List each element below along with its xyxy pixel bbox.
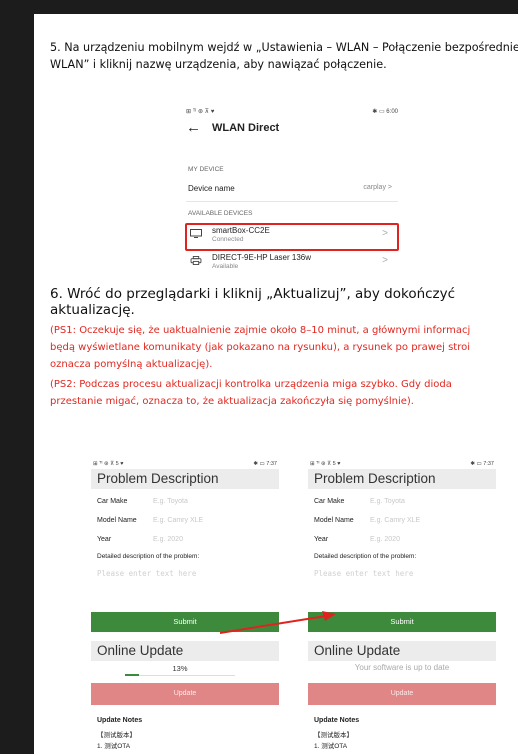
model-name-input[interactable]: E.g. Camry XLE — [370, 517, 420, 524]
up-to-date-status: Your software is up to date — [354, 663, 450, 672]
description-label: Detailed description of the problem: — [97, 553, 200, 560]
status-icons-right: ✱ ▭ 7:37 — [253, 461, 277, 467]
update-notes-line: 【测试版本】 — [97, 732, 136, 739]
year-row[interactable]: Year E.g. 2020 — [97, 536, 183, 543]
ps1-line: oznacza pomyślną aktualizację). — [50, 359, 213, 370]
problem-description-header: Problem Description — [308, 469, 496, 489]
chevron-right-icon: > — [382, 255, 388, 266]
status-bar: ⊞ ᵀᴵ ⊛ ⊼ 5 ♥ ✱ ▭ 7:37 — [310, 461, 494, 469]
red-arrow-icon — [219, 611, 336, 634]
year-input[interactable]: E.g. 2020 — [153, 536, 183, 543]
device-item-printer[interactable]: DIRECT-9E-HP Laser 136w Available > — [186, 249, 398, 275]
ps2-note: (PS2: Podczas procesu aktualizacji kontr… — [50, 376, 518, 410]
update-notes-line: 【测试版本】 — [314, 732, 353, 739]
update-button[interactable]: Update — [308, 683, 496, 705]
year-row[interactable]: Year E.g. 2020 — [314, 536, 400, 543]
ps2-line: przestanie migać, oznacza to, że aktuali… — [50, 396, 414, 407]
description-textarea[interactable]: Please enter text here — [97, 569, 196, 578]
instruction-page: 5. Na urządzeniu mobilnym wejdź w „Ustaw… — [34, 14, 518, 754]
description-textarea[interactable]: Please enter text here — [314, 569, 413, 578]
chevron-right-icon: > — [387, 184, 392, 191]
progress-fill — [125, 674, 140, 676]
model-name-row[interactable]: Model Name E.g. Camry XLE — [97, 517, 203, 524]
status-icons-left: ⊞ ᵀᴵ ⊛ ⊼ 5 ♥ — [310, 461, 341, 467]
update-notes-title: Update Notes — [314, 717, 360, 724]
ps1-note: (PS1: Oczekuje się, że uaktualnienie zaj… — [50, 322, 518, 373]
update-button[interactable]: Update — [91, 683, 279, 705]
car-make-input[interactable]: E.g. Toyota — [370, 498, 405, 505]
device-name-value-text: carplay — [363, 184, 386, 191]
divider — [186, 201, 398, 202]
printer-icon — [190, 256, 202, 265]
update-notes-title: Update Notes — [97, 717, 143, 724]
highlight-box — [185, 223, 399, 251]
step-6-text: 6. Wróć do przeglądarki i kliknij „Aktua… — [50, 286, 456, 318]
year-input[interactable]: E.g. 2020 — [370, 536, 400, 543]
status-bar: ⊞ ᵀᴵ ⊛ ⊼ 5 ♥ ✱ ▭ 7:37 — [93, 461, 277, 469]
device-name-label: Device name — [188, 184, 235, 193]
wlan-direct-screenshot: ⊞ ᵀᴵ ⊛ ⊼ ♥ ✱ ▭ 6:00 ← WLAN Direct MY DEV… — [185, 108, 399, 283]
model-name-row[interactable]: Model Name E.g. Camry XLE — [314, 517, 420, 524]
status-icons-right: ✱ ▭ 7:37 — [470, 461, 494, 467]
update-in-progress-screenshot: ⊞ ᵀᴵ ⊛ ⊼ 5 ♥ ✱ ▭ 7:37 Problem Descriptio… — [91, 461, 279, 754]
wlan-direct-title: WLAN Direct — [212, 122, 280, 134]
car-make-row[interactable]: Car Make E.g. Toyota — [314, 498, 405, 505]
status-bar: ⊞ ᵀᴵ ⊛ ⊼ ♥ ✱ ▭ 6:00 — [186, 108, 398, 118]
description-label: Detailed description of the problem: — [314, 553, 417, 560]
ps1-line: będą wyświetlane komunikaty (jak pokazan… — [50, 342, 470, 353]
back-arrow-icon[interactable]: ← — [186, 120, 201, 135]
year-label: Year — [97, 536, 112, 543]
ps1-line: (PS1: Oczekuje się, że uaktualnienie zaj… — [50, 325, 471, 336]
model-name-label: Model Name — [97, 517, 137, 524]
progress-track — [125, 675, 235, 676]
car-make-input[interactable]: E.g. Toyota — [153, 498, 188, 505]
update-notes-line: 1. 测试OTA — [314, 743, 348, 750]
online-update-header: Online Update — [308, 641, 496, 661]
available-devices-heading: AVAILABLE DEVICES — [188, 210, 253, 217]
model-name-label: Model Name — [314, 517, 354, 524]
problem-description-header: Problem Description — [91, 469, 279, 489]
model-name-input[interactable]: E.g. Camry XLE — [153, 517, 203, 524]
car-make-label: Car Make — [97, 498, 128, 505]
progress-percent: 13% — [172, 664, 188, 673]
car-make-label: Car Make — [314, 498, 345, 505]
update-progress: 13% — [125, 664, 235, 676]
status-icons-left: ⊞ ᵀᴵ ⊛ ⊼ 5 ♥ — [93, 461, 124, 467]
update-complete-screenshot: ⊞ ᵀᴵ ⊛ ⊼ 5 ♥ ✱ ▭ 7:37 Problem Descriptio… — [308, 461, 496, 754]
step-5-text: 5. Na urządzeniu mobilnym wejdź w „Ustaw… — [50, 41, 518, 71]
update-notes-line: 1. 测试OTA — [97, 743, 131, 750]
device-name: DIRECT-9E-HP Laser 136w — [212, 253, 311, 262]
year-label: Year — [314, 536, 329, 543]
device-name-row[interactable]: Device name carplay > — [188, 184, 396, 193]
device-status: Available — [212, 263, 239, 270]
online-update-header: Online Update — [91, 641, 279, 661]
status-icons-left: ⊞ ᵀᴵ ⊛ ⊼ ♥ — [186, 109, 215, 115]
my-device-heading: MY DEVICE — [188, 166, 224, 173]
status-icons-right: ✱ ▭ 6:00 — [372, 109, 398, 115]
ps2-line: (PS2: Podczas procesu aktualizacji kontr… — [50, 379, 452, 390]
car-make-row[interactable]: Car Make E.g. Toyota — [97, 498, 188, 505]
device-name-value: carplay > — [363, 184, 392, 191]
